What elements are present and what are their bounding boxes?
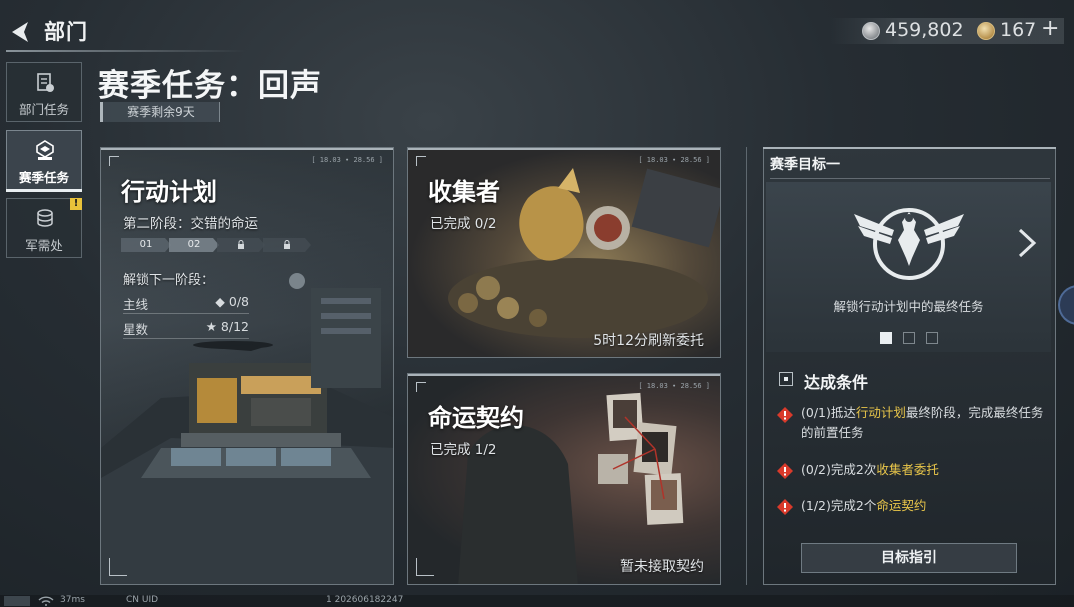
unlock-next-label: 解锁下一阶段： — [123, 273, 215, 288]
stage-locked — [217, 238, 265, 252]
sidebar-item-label: 赛季任务 — [18, 170, 69, 185]
card-title: 命运契约 — [428, 404, 524, 432]
silver-coin-icon — [862, 22, 880, 40]
row-label: 主线 — [123, 297, 149, 312]
conditions-title: 达成条件 — [804, 373, 869, 392]
row-divider — [123, 313, 249, 314]
panel-divider — [746, 147, 747, 585]
active-tab-indicator — [6, 189, 82, 192]
card-top-border — [101, 148, 393, 152]
goal-title: 赛季目标一 — [770, 157, 840, 173]
card-meta-code: [ 18.03 ∙ 28.56 ] — [638, 156, 710, 164]
uid-value: 1 202606182247 — [326, 595, 404, 605]
stage-01: 01 — [121, 238, 171, 252]
section-title: 部门 — [44, 20, 88, 44]
card-top-border — [408, 148, 720, 152]
stage-locked — [263, 238, 311, 252]
panel-top-border — [763, 147, 1056, 150]
conditions-marker-icon — [779, 372, 793, 386]
frame-corner — [416, 558, 434, 576]
goal-guide-button[interactable]: 目标指引 — [801, 543, 1017, 573]
condition-highlight: 收集者委托 — [876, 462, 939, 477]
condition-highlight: 命运契约 — [876, 498, 927, 513]
lock-icon — [282, 240, 292, 250]
stage-02: 02 — [169, 238, 219, 252]
warning-diamond-icon — [777, 499, 793, 515]
condition-text: (1/2)完成2个 — [801, 498, 877, 513]
season-remaining-badge: 赛季剩余9天 — [100, 102, 220, 122]
gold-currency-value: 167 — [1000, 19, 1037, 41]
condition-text: (0/2)完成2次 — [801, 462, 877, 477]
card-progress: 已完成 0/2 — [430, 216, 497, 232]
stage-progress: 01 02 — [121, 238, 311, 252]
card-title: 收集者 — [428, 178, 500, 206]
wifi-icon — [38, 596, 54, 606]
main-line-row: 主线 ◆ 0/8 — [123, 294, 249, 313]
sidebar-item-label: 部门任务 — [18, 102, 69, 117]
frame-corner — [416, 156, 426, 166]
warning-diamond-icon — [777, 407, 793, 423]
page-title: 赛季任务：回声 — [98, 68, 322, 104]
card-title: 行动计划 — [121, 178, 217, 206]
row-label: 星数 — [123, 322, 149, 337]
condition-highlight: 行动计划 — [855, 405, 906, 420]
edge-drawer-handle[interactable] — [1058, 285, 1074, 325]
season-emblem-icon — [36, 140, 54, 160]
game-logo — [4, 596, 30, 606]
star-count-row: 星数 ★ 8/12 — [123, 319, 249, 338]
card-stage-label: 第二阶段：交错的命运 — [123, 216, 258, 232]
add-currency-button[interactable]: + — [1041, 16, 1059, 41]
condition-item: (0/2)完成2次收集者委托 — [801, 460, 1049, 480]
contract-status: 暂未接取契约 — [620, 559, 704, 575]
collector-card[interactable]: [ 18.03 ∙ 28.56 ] 收集者 已完成 0/2 5时12分刷新委托 — [407, 147, 721, 358]
supply-stack-icon — [37, 209, 53, 227]
action-plan-card[interactable]: [ 18.03 ∙ 28.56 ] 行动计划 第二阶段：交错的命运 01 02 … — [100, 147, 394, 585]
condition-item: (1/2)完成2个命运契约 — [801, 496, 1049, 516]
row-value: ◆ 0/8 — [215, 294, 249, 309]
card-progress: 已完成 1/2 — [430, 442, 497, 458]
page-dot[interactable] — [903, 332, 915, 344]
row-value: ★ 8/12 — [205, 319, 249, 334]
condition-text: (0/1)抵达 — [801, 405, 856, 420]
card-meta-code: [ 18.03 ∙ 28.56 ] — [311, 156, 383, 164]
status-bar — [0, 595, 1074, 607]
condition-item: (0/1)抵达行动计划最终阶段，完成最终任务的前置任务 — [801, 403, 1049, 443]
goal-description: 解锁行动计划中的最终任务 — [833, 299, 984, 314]
refresh-timer: 5时12分刷新委托 — [593, 333, 704, 349]
chevron-right-icon[interactable] — [1014, 226, 1040, 260]
frame-corner — [109, 156, 119, 166]
alert-badge: ! — [70, 198, 82, 210]
uid-label: CN UID — [126, 595, 159, 605]
sidebar-item-season-tasks[interactable]: 赛季任务 — [6, 130, 82, 190]
sidebar-item-department-tasks[interactable]: 部门任务 — [6, 62, 82, 122]
row-divider — [123, 338, 249, 339]
page-dot[interactable] — [926, 332, 938, 344]
title-divider — [770, 178, 1050, 179]
title-underline — [6, 50, 246, 52]
card-top-border — [408, 374, 720, 378]
page-dot-active[interactable] — [880, 332, 892, 344]
lock-icon — [236, 240, 246, 250]
eagle-emblem-icon — [854, 208, 964, 280]
back-arrow-icon[interactable] — [6, 18, 36, 46]
frame-corner — [109, 558, 127, 576]
frame-corner — [416, 382, 426, 392]
warning-diamond-icon — [777, 463, 793, 479]
silver-currency-value: 459,802 — [885, 19, 964, 41]
gold-coin-icon — [977, 22, 995, 40]
sidebar-item-label: 军需处 — [25, 238, 63, 253]
ping-value: 37ms — [60, 595, 85, 605]
fate-contract-card[interactable]: [ 18.03 ∙ 28.56 ] 命运契约 已完成 1/2 暂未接取契约 — [407, 373, 721, 585]
card-meta-code: [ 18.03 ∙ 28.56 ] — [638, 382, 710, 390]
mission-doc-icon — [37, 73, 54, 92]
